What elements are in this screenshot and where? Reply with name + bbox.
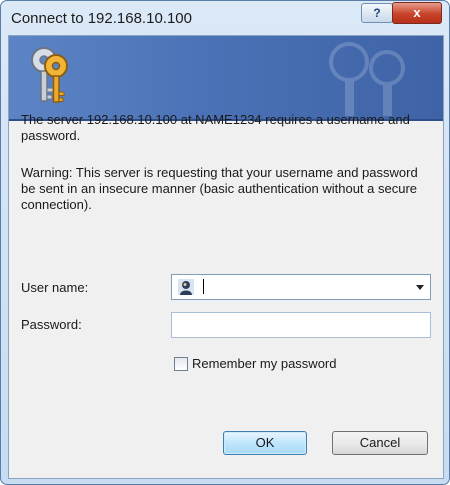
credentials-dialog: Connect to 192.168.10.100 ? x The server… bbox=[0, 0, 450, 485]
remember-password-checkbox[interactable] bbox=[174, 357, 188, 371]
close-button[interactable]: x bbox=[392, 2, 442, 24]
dropdown-arrow-icon[interactable] bbox=[416, 285, 424, 290]
keys-watermark-icon bbox=[329, 42, 405, 116]
remember-password-option[interactable]: Remember my password bbox=[174, 356, 374, 372]
server-message: The server 192.168.10.100 at NAME1234 re… bbox=[21, 112, 410, 143]
text-caret bbox=[203, 279, 204, 294]
close-icon: x bbox=[413, 5, 421, 20]
help-button[interactable]: ? bbox=[361, 3, 393, 23]
password-field[interactable] bbox=[171, 312, 431, 338]
title-bar[interactable]: Connect to 192.168.10.100 ? x bbox=[1, 1, 449, 35]
user-icon bbox=[178, 279, 194, 295]
window-title: Connect to 192.168.10.100 bbox=[11, 10, 192, 27]
banner bbox=[9, 36, 443, 119]
dialog-body bbox=[8, 35, 444, 479]
username-combobox[interactable] bbox=[171, 274, 431, 300]
remember-password-label[interactable]: Remember my password bbox=[192, 356, 337, 371]
cancel-button[interactable]: Cancel bbox=[332, 431, 428, 455]
ok-button[interactable]: OK bbox=[223, 431, 307, 455]
keys-icon bbox=[31, 47, 68, 103]
username-label: User name: bbox=[21, 280, 89, 295]
password-label: Password: bbox=[21, 317, 82, 332]
security-warning: Warning: This server is requesting that … bbox=[21, 165, 418, 212]
